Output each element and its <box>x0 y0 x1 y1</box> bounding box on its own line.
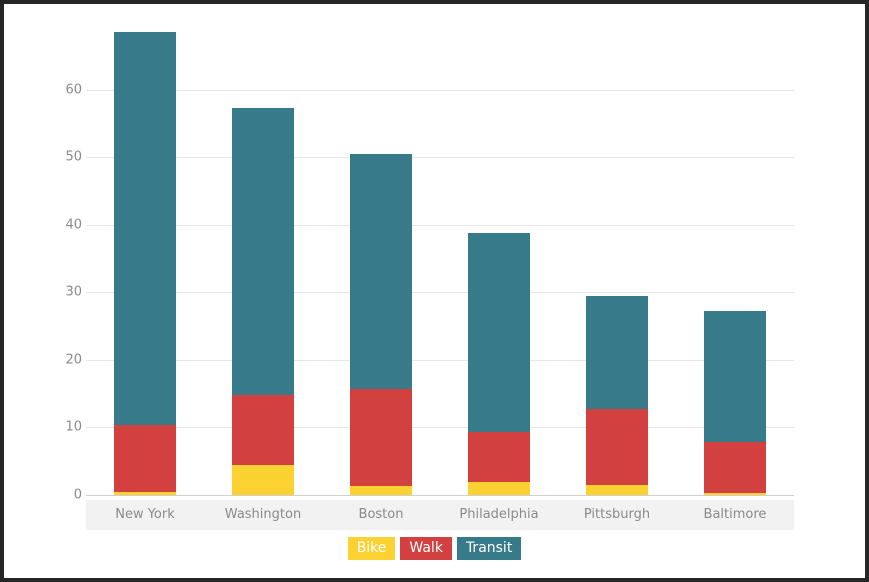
bar-segment-bike[interactable] <box>114 492 176 495</box>
bar-segment-bike[interactable] <box>350 486 412 495</box>
y-axis-tick-label: 40 <box>65 217 82 233</box>
x-axis-category-label: New York <box>115 507 175 522</box>
bar-group[interactable] <box>232 22 294 495</box>
bar-segment-transit[interactable] <box>114 32 176 425</box>
plot-area: 0 10 20 30 40 50 60 <box>65 22 794 502</box>
stacked-bar-chart: 0 10 20 30 40 50 60 New York Washington Boston Ph… <box>4 4 865 578</box>
bar-stack <box>468 232 530 495</box>
x-axis-category-label: Washington <box>224 507 302 522</box>
bar-stack <box>350 153 412 495</box>
legend-item-walk[interactable]: Walk <box>400 537 452 561</box>
x-axis-category-band: New York Washington Boston Philadelphia Pitt… <box>86 500 794 530</box>
chart-legend: Bike Walk Transit <box>4 537 865 561</box>
legend-item-bike[interactable]: Bike <box>347 537 396 561</box>
bar-segment-walk[interactable] <box>232 395 294 465</box>
x-axis-category-label: Boston <box>358 507 404 522</box>
bar-segment-bike[interactable] <box>232 464 294 495</box>
y-axis-tick-label: 0 <box>73 487 82 503</box>
bar-group[interactable] <box>704 22 766 495</box>
bars-layer <box>86 22 794 495</box>
bar-segment-transit[interactable] <box>468 232 530 432</box>
bar-segment-walk[interactable] <box>114 424 176 493</box>
bar-stack <box>704 310 766 495</box>
x-axis-category-label: Philadelphia <box>459 507 539 522</box>
y-axis-tick-label: 30 <box>65 284 82 300</box>
bar-group[interactable] <box>114 22 176 495</box>
bar-segment-bike[interactable] <box>704 492 766 495</box>
bar-group[interactable] <box>586 22 648 495</box>
bar-segment-transit[interactable] <box>350 153 412 389</box>
bar-stack <box>114 32 176 495</box>
x-axis-category-label: Baltimore <box>703 507 767 522</box>
y-axis-tick-label: 20 <box>65 352 82 368</box>
bar-segment-transit[interactable] <box>586 295 648 410</box>
bar-group[interactable] <box>350 22 412 495</box>
y-axis-tick-label: 60 <box>65 82 82 98</box>
chart-frame: 0 10 20 30 40 50 60 New York Washington Boston Ph… <box>0 0 869 582</box>
legend-item-transit[interactable]: Transit <box>456 537 522 561</box>
bar-segment-walk[interactable] <box>586 409 648 485</box>
bar-segment-bike[interactable] <box>468 482 530 495</box>
x-axis-category-label: Pittsburgh <box>583 507 651 522</box>
bar-stack <box>232 107 294 495</box>
bar-segment-walk[interactable] <box>468 431 530 483</box>
y-axis-tick-label: 10 <box>65 419 82 435</box>
y-axis-tick-label: 50 <box>65 149 82 165</box>
bar-segment-transit[interactable] <box>232 107 294 395</box>
bar-segment-walk[interactable] <box>350 388 412 487</box>
bar-stack <box>586 295 648 495</box>
bar-group[interactable] <box>468 22 530 495</box>
bar-segment-bike[interactable] <box>586 484 648 495</box>
x-axis-baseline <box>86 495 794 496</box>
bar-segment-transit[interactable] <box>704 310 766 443</box>
bar-segment-walk[interactable] <box>704 442 766 493</box>
